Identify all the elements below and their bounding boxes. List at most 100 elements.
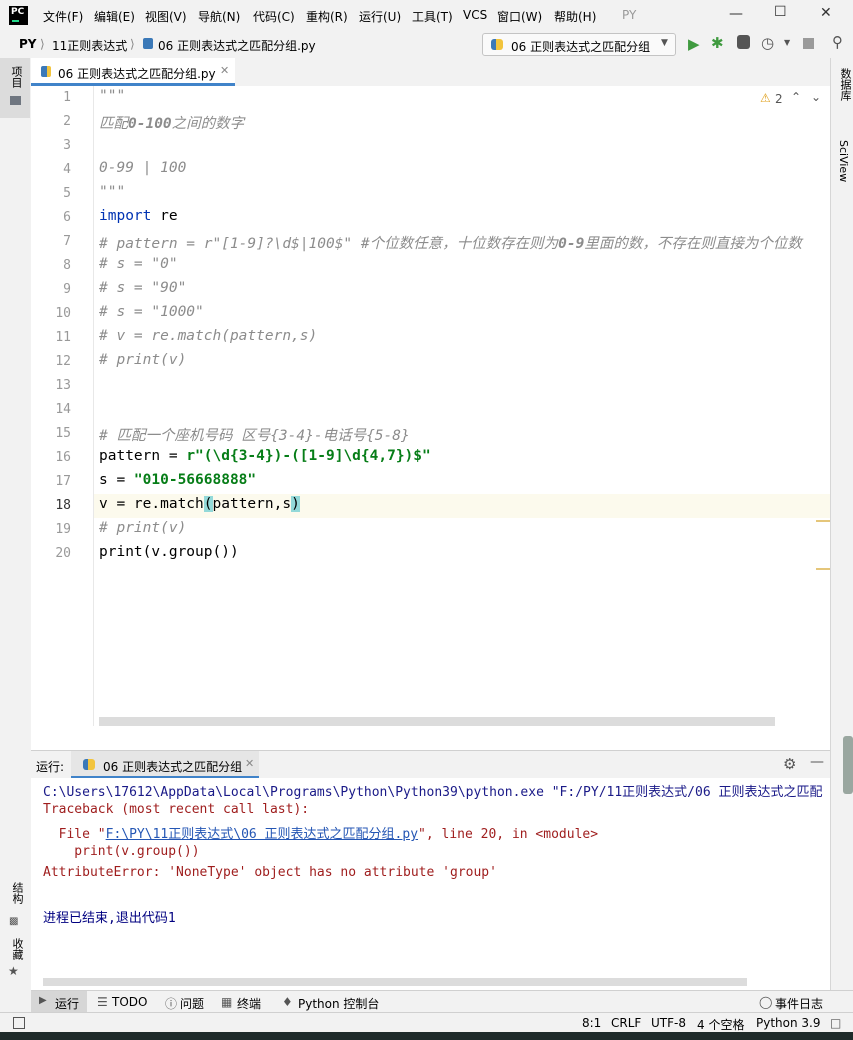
minimize-icon[interactable]: — — [729, 6, 743, 22]
code-editor[interactable]: 1 2 3 4 5 6 7 8 9 10 11 12 13 14 15 16 17 18 19 20 ⚠ 2 ⌃ ⌄ … — [31, 86, 853, 794]
lock-icon[interactable]: □ — [830, 1016, 841, 1030]
tool-tab-python-console[interactable]: Python 控制台 — [298, 995, 379, 1012]
line-number: 13 — [55, 378, 71, 393]
run-icon[interactable]: ▶ — [688, 35, 700, 53]
toggle-tool-windows-icon[interactable] — [13, 1017, 25, 1029]
run-console[interactable]: C:\Users\17612\AppData\Local\Programs\Py… — [31, 778, 830, 990]
menu-run[interactable]: 运行(U) — [359, 8, 401, 25]
favorites-tool-button[interactable]: 收藏 ★ — [6, 934, 26, 984]
line-number: 6 — [63, 210, 71, 225]
code-line-7: # pattern = r"[1-9]?\d$|100$" #个位数任意，十位数… — [99, 236, 802, 252]
profile-icon[interactable]: ◷ — [761, 34, 774, 52]
chevron-right-icon: ⟩ — [130, 37, 135, 51]
console-horizontal-scrollbar[interactable] — [43, 978, 747, 986]
close-tab-icon[interactable]: ✕ — [220, 64, 229, 77]
menu-edit[interactable]: 编辑(E) — [94, 8, 135, 25]
indent-setting[interactable]: 4 个空格 — [697, 1016, 744, 1033]
code-line-12: # print(v) — [99, 352, 187, 368]
line-number: 4 — [63, 162, 71, 177]
star-icon: ★ — [8, 964, 19, 978]
source-file-link[interactable]: F:\PY\11正则表达式\06 正则表达式之匹配分组.py — [106, 827, 418, 842]
line-separator[interactable]: CRLF — [611, 1016, 641, 1030]
line-number: 10 — [55, 306, 71, 321]
horizontal-scrollbar[interactable] — [99, 717, 775, 726]
python-interpreter[interactable]: Python 3.9 — [756, 1016, 821, 1030]
python-file-icon — [41, 66, 51, 77]
menu-vcs[interactable]: VCS — [463, 8, 487, 22]
tool-tab-terminal[interactable]: 终端 — [237, 995, 261, 1012]
tool-tab-event-log[interactable]: 事件日志 — [775, 995, 823, 1012]
console-command-line: C:\Users\17612\AppData\Local\Programs\Py… — [43, 785, 823, 800]
warning-count: 2 — [775, 92, 783, 106]
line-number: 11 — [55, 330, 71, 345]
code-line-19: # print(v) — [99, 520, 187, 536]
menu-help[interactable]: 帮助(H) — [554, 8, 596, 25]
run-panel-label: 运行: — [36, 760, 65, 774]
menu-bar: PC 文件(F) 编辑(E) 视图(V) 导航(N) 代码(C) 重构(R) 运… — [0, 0, 853, 30]
code-line-8: # s = "0" — [99, 256, 178, 272]
breadcrumb-folder[interactable]: 11正则表达式 — [52, 37, 127, 54]
run-tab-label: 06 正则表达式之匹配分组 — [103, 760, 243, 774]
coverage-icon[interactable] — [737, 35, 750, 49]
line-number: 12 — [55, 354, 71, 369]
favorites-tool-label: 收藏 — [11, 938, 24, 960]
hide-panel-icon[interactable]: — — [810, 754, 824, 770]
tool-tab-todo[interactable]: TODO — [112, 995, 147, 1009]
code-line-11: # v = re.match(pattern,s) — [99, 328, 318, 344]
error-stripe-marker[interactable] — [816, 520, 830, 522]
menu-window[interactable]: 窗口(W) — [497, 8, 542, 25]
line-number: 9 — [63, 282, 71, 297]
file-encoding[interactable]: UTF-8 — [651, 1016, 686, 1030]
error-stripe-marker[interactable] — [816, 568, 830, 570]
database-tool-label: 数据库 — [839, 68, 852, 101]
gear-icon[interactable]: ⚙ — [783, 755, 796, 773]
desktop-taskbar — [0, 1032, 853, 1040]
debug-icon[interactable]: ✱ — [711, 34, 724, 52]
console-file-line: File "F:\PY\11正则表达式\06 正则表达式之匹配分组.py", l… — [43, 823, 598, 842]
project-tool-label: 项目 — [10, 66, 23, 88]
close-tab-icon[interactable]: ✕ — [245, 757, 254, 770]
menu-tools[interactable]: 工具(T) — [412, 8, 453, 25]
pycharm-logo-icon: PC — [9, 6, 28, 25]
run-configuration-select[interactable]: 06 正则表达式之匹配分组 ▼ — [482, 33, 676, 56]
code-line-17: s = "010-56668888" — [99, 472, 257, 488]
close-icon[interactable]: ✕ — [820, 5, 832, 21]
code-line-2: 匹配0-100之间的数字 — [99, 116, 245, 132]
breadcrumb-project[interactable]: PY — [19, 37, 36, 51]
warning-icon[interactable]: ⚠ — [760, 91, 771, 105]
editor-tab-label: 06 正则表达式之匹配分组.py — [58, 67, 216, 81]
folder-icon — [10, 96, 21, 105]
search-icon[interactable]: ⚲ — [832, 33, 843, 51]
stop-icon[interactable] — [803, 38, 814, 49]
structure-tool-button[interactable]: 结构 ▩ — [6, 878, 26, 928]
chevron-down-icon[interactable]: ⌄ — [811, 90, 821, 104]
chevron-down-icon[interactable]: ▼ — [784, 38, 790, 47]
maximize-icon[interactable]: ☐ — [774, 4, 787, 20]
database-tool-button[interactable]: 数据库 — [833, 68, 853, 128]
chevron-up-icon[interactable]: ⌃ — [791, 90, 801, 104]
status-bar: 8:1 CRLF UTF-8 4 个空格 Python 3.9 □ — [0, 1012, 853, 1033]
project-tool-button[interactable]: 项目 — [0, 58, 30, 118]
line-number: 20 — [55, 546, 71, 561]
run-configuration-label: 06 正则表达式之匹配分组 — [511, 40, 651, 54]
menu-refactor[interactable]: 重构(R) — [306, 8, 348, 25]
line-number: 16 — [55, 450, 71, 465]
menu-view[interactable]: 视图(V) — [145, 8, 187, 25]
menu-navigate[interactable]: 导航(N) — [198, 8, 240, 25]
line-number: 2 — [63, 114, 71, 129]
terminal-icon: ▦ — [221, 995, 233, 1009]
menu-file[interactable]: 文件(F) — [43, 8, 83, 25]
editor-tab-file[interactable]: 06 正则表达式之匹配分组.py ✕ — [31, 58, 235, 86]
run-tab[interactable]: 06 正则表达式之匹配分组 ✕ — [71, 751, 259, 779]
chevron-right-icon: ⟩ — [40, 37, 45, 51]
line-number: 15 — [55, 426, 71, 441]
menu-code[interactable]: 代码(C) — [253, 8, 295, 25]
tool-tab-problems[interactable]: 问题 — [180, 995, 204, 1012]
tool-tab-run[interactable]: ▶ 运行 — [31, 991, 87, 1013]
console-traceback: Traceback (most recent call last): — [43, 802, 310, 817]
vertical-scrollbar[interactable] — [843, 736, 853, 794]
caret-position[interactable]: 8:1 — [582, 1016, 601, 1030]
sciview-tool-button[interactable]: SciView — [833, 140, 853, 200]
run-icon: ▶ — [39, 995, 47, 1006]
breadcrumb-file[interactable]: 06 正则表达式之匹配分组.py — [158, 37, 316, 54]
